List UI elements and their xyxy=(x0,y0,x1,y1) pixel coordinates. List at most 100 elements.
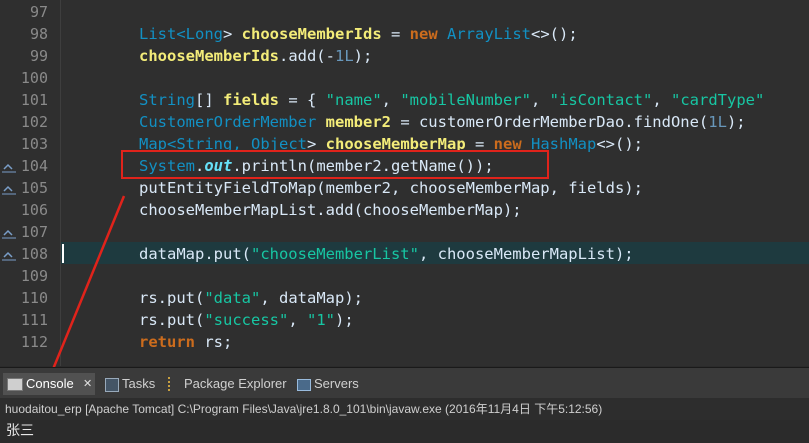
code-token: rs.put( xyxy=(139,289,205,307)
code-token: new xyxy=(409,25,438,43)
line-number: 100 xyxy=(20,69,48,87)
tab-servers[interactable]: Servers xyxy=(297,373,367,395)
code-line[interactable]: CustomerOrderMember member2 = customerOr… xyxy=(139,111,746,133)
code-token: "1" xyxy=(307,311,335,329)
code-token: ); xyxy=(335,311,354,329)
code-token: 1L xyxy=(334,47,354,65)
console-icon xyxy=(7,378,23,391)
annotation-highlight-box xyxy=(121,150,549,179)
change-marker-icon[interactable] xyxy=(2,159,16,173)
code-token: ArrayList xyxy=(447,25,531,43)
line-number: 99 xyxy=(29,47,48,65)
change-marker-icon[interactable] xyxy=(2,181,16,195)
line-number: 101 xyxy=(20,91,48,109)
console-output[interactable]: 张三 xyxy=(0,420,809,443)
code-token: ); xyxy=(502,201,522,219)
code-token: dataMap.put( xyxy=(139,245,251,263)
code-token: , dataMap); xyxy=(260,289,363,307)
code-token: chooseMemberMapList.add( xyxy=(139,201,363,219)
code-token: , xyxy=(418,245,438,263)
code-token: "mobileNumber" xyxy=(400,91,531,109)
code-token: "name" xyxy=(325,91,382,109)
tab-package-explorer[interactable]: Package Explorer xyxy=(168,373,288,395)
change-marker-icon[interactable] xyxy=(2,225,16,239)
code-token: chooseMemberMap xyxy=(409,179,550,197)
code-token: , xyxy=(390,179,410,197)
tab-console-label: Console xyxy=(26,376,74,391)
package-explorer-icon xyxy=(168,377,180,391)
line-number: 106 xyxy=(20,201,48,219)
code-token: = xyxy=(381,25,410,43)
code-token: member2 xyxy=(325,113,391,131)
line-number: 102 xyxy=(20,113,48,131)
code-token: ); xyxy=(726,113,746,131)
line-number-gutter: 97 98 99 100 101 102 103 104 105 106 107 108 109 110 1… xyxy=(0,0,60,366)
console-process-title: huodaitou_erp [Apache Tomcat] C:\Program… xyxy=(0,398,809,420)
code-line[interactable]: rs.put("data", dataMap); xyxy=(139,287,363,309)
code-token: .add(- xyxy=(278,47,335,65)
code-line[interactable]: chooseMemberIds.add(-1L); xyxy=(139,45,372,67)
close-icon[interactable]: ✕ xyxy=(83,373,92,395)
tab-package-explorer-label: Package Explorer xyxy=(184,376,287,391)
line-number-partial xyxy=(0,353,48,366)
code-token: putEntityFieldToMap( xyxy=(139,179,326,197)
code-token: chooseMemberMapList xyxy=(437,245,615,263)
code-token: chooseMemberMap xyxy=(362,201,503,219)
code-editor[interactable]: 97 98 99 100 101 102 103 104 105 106 107 108 109 110 1… xyxy=(0,0,809,366)
line-number: 112 xyxy=(20,333,48,351)
code-token: "success" xyxy=(204,311,289,329)
tab-servers-label: Servers xyxy=(314,376,359,391)
code-token: , xyxy=(531,91,550,109)
code-token: <>(); xyxy=(531,25,578,43)
tasks-icon xyxy=(105,378,119,392)
code-token: ); xyxy=(353,47,373,65)
tab-console[interactable]: Console ✕ xyxy=(3,373,95,395)
line-number: 109 xyxy=(20,267,48,285)
code-line[interactable]: return rs; xyxy=(139,331,232,353)
tab-tasks-label: Tasks xyxy=(122,376,156,391)
code-token: rs.put( xyxy=(139,311,205,329)
code-line[interactable]: dataMap.put("chooseMemberList", chooseMe… xyxy=(139,243,634,265)
code-token: = customerOrderMemberDao.findOne( xyxy=(390,113,709,131)
code-token: member2 xyxy=(325,179,391,197)
bottom-panel-tabs: Console ✕ Tasks Package Explorer Servers xyxy=(0,367,809,398)
code-token: Long xyxy=(185,25,223,43)
servers-icon xyxy=(297,379,311,391)
code-token: CustomerOrderMember xyxy=(139,113,317,131)
code-line[interactable]: String[] fields = { "name", "mobileNumbe… xyxy=(139,89,764,111)
code-token: rs; xyxy=(195,333,233,351)
gutter-separator xyxy=(60,0,61,366)
code-line[interactable]: putEntityFieldToMap(member2, chooseMembe… xyxy=(139,177,643,199)
code-token: "chooseMemberList" xyxy=(250,245,419,263)
code-token: ); xyxy=(614,245,634,263)
code-line[interactable]: chooseMemberMapList.add(chooseMemberMap)… xyxy=(139,199,522,221)
code-token: ); xyxy=(624,179,643,197)
code-token: , xyxy=(381,91,401,109)
tab-tasks[interactable]: Tasks xyxy=(105,373,165,395)
code-token: , xyxy=(549,179,569,197)
code-token: "data" xyxy=(204,289,261,307)
line-number: 103 xyxy=(20,135,48,153)
code-token: String xyxy=(139,91,195,109)
code-token: chooseMemberIds xyxy=(139,47,279,65)
code-line[interactable]: rs.put("success", "1"); xyxy=(139,309,354,331)
code-token: "cardType" xyxy=(671,91,765,109)
line-number: 110 xyxy=(20,289,48,307)
code-token: , xyxy=(288,311,307,329)
code-token: [] xyxy=(195,91,223,109)
code-token: > xyxy=(223,25,242,43)
code-token: chooseMemberIds xyxy=(241,25,382,43)
change-marker-icon[interactable] xyxy=(2,247,16,261)
text-caret xyxy=(62,244,64,263)
code-token: List< xyxy=(139,25,186,43)
code-line[interactable]: List<Long> chooseMemberIds = new ArrayLi… xyxy=(139,23,578,45)
line-number: 111 xyxy=(20,311,48,329)
code-token: "isContact" xyxy=(549,91,653,109)
line-number: 98 xyxy=(29,25,48,43)
code-token: return xyxy=(139,333,195,351)
line-number: 97 xyxy=(29,3,48,21)
code-token: 1L xyxy=(708,113,727,131)
code-token: <>(); xyxy=(596,135,643,153)
